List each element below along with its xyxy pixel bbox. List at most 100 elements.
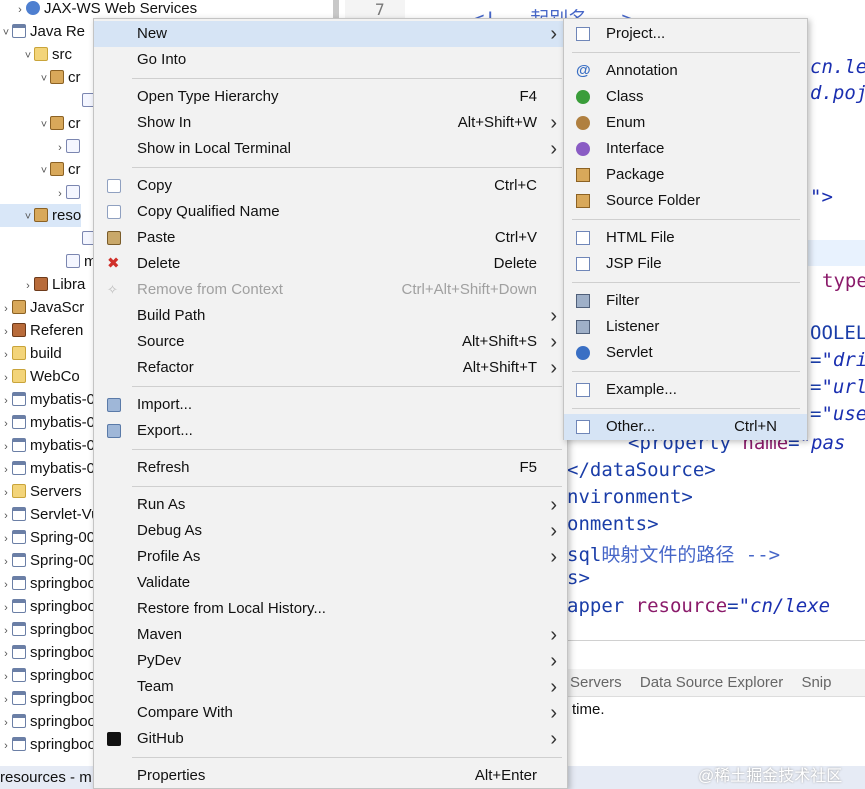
menu-item-refresh[interactable]: Refresh F5	[94, 455, 567, 481]
submenu-item-html-file[interactable]: HTML File	[564, 225, 807, 251]
tree-item[interactable]: › Libra	[0, 273, 85, 296]
tab-snippets[interactable]: Snip	[791, 669, 835, 697]
collapsed-arrow-icon[interactable]: ›	[0, 597, 12, 620]
tree-item[interactable]: › springboo	[0, 710, 96, 733]
menu-item-show-in[interactable]: Show In Alt+Shift+W ›	[94, 110, 567, 136]
context-menu[interactable]: New › Go Into Open Type Hierarchy F4 Show In A…	[93, 18, 568, 789]
collapsed-arrow-icon[interactable]: ›	[14, 0, 26, 22]
collapsed-arrow-icon[interactable]: ›	[0, 344, 12, 367]
collapsed-arrow-icon[interactable]: ›	[0, 390, 12, 413]
collapsed-arrow-icon[interactable]: ›	[0, 321, 12, 344]
tree-item[interactable]: m	[0, 250, 97, 273]
menu-item-restore-from-local-history[interactable]: Restore from Local History...	[94, 596, 567, 622]
menu-item-compare-with[interactable]: Compare With ›	[94, 700, 567, 726]
tree-item[interactable]: ˅ cr	[0, 112, 81, 135]
menu-item-github[interactable]: GitHub ›	[94, 726, 567, 752]
collapsed-arrow-icon[interactable]: ›	[0, 712, 12, 735]
expanded-arrow-icon[interactable]: ˅	[0, 22, 12, 45]
tree-item[interactable]	[0, 89, 100, 112]
tree-item[interactable]: › mybatis-0	[0, 434, 95, 457]
collapsed-arrow-icon[interactable]: ›	[0, 459, 12, 482]
tree-item[interactable]: › Servers	[0, 480, 82, 503]
collapsed-arrow-icon[interactable]: ›	[0, 436, 12, 459]
menu-item-pydev[interactable]: PyDev ›	[94, 648, 567, 674]
tree-item[interactable]: › Servlet-Vu	[0, 503, 99, 526]
tree-item[interactable]: ›	[0, 135, 84, 158]
submenu-item-servlet[interactable]: Servlet	[564, 340, 807, 366]
tree-item[interactable]: ˅ cr	[0, 66, 81, 89]
collapsed-arrow-icon[interactable]: ›	[0, 482, 12, 505]
submenu-item-enum[interactable]: Enum	[564, 110, 807, 136]
menu-item-go-into[interactable]: Go Into	[94, 47, 567, 73]
collapsed-arrow-icon[interactable]: ›	[54, 183, 66, 206]
menu-item-paste[interactable]: Paste Ctrl+V	[94, 225, 567, 251]
menu-item-team[interactable]: Team ›	[94, 674, 567, 700]
tree-item[interactable]: › build	[0, 342, 62, 365]
expanded-arrow-icon[interactable]: ˅	[38, 160, 50, 183]
tab-data-source-explorer[interactable]: Data Source Explorer	[630, 669, 787, 697]
collapsed-arrow-icon[interactable]: ›	[0, 528, 12, 551]
new-submenu[interactable]: Project... Annotation Class Enum Interface Pa…	[563, 18, 808, 440]
menu-item-import[interactable]: Import...	[94, 392, 567, 418]
tree-item[interactable]: › springboo	[0, 664, 96, 687]
tree-item[interactable]: › WebCo	[0, 365, 80, 388]
submenu-item-jsp-file[interactable]: JSP File	[564, 251, 807, 277]
collapsed-arrow-icon[interactable]: ›	[0, 298, 12, 321]
menu-item-show-in-local-terminal[interactable]: Show in Local Terminal ›	[94, 136, 567, 162]
tab-servers[interactable]: Servers	[560, 669, 626, 697]
submenu-item-source-folder[interactable]: Source Folder	[564, 188, 807, 214]
collapsed-arrow-icon[interactable]: ›	[0, 574, 12, 597]
menu-item-new[interactable]: New ›	[94, 21, 567, 47]
expanded-arrow-icon[interactable]: ˅	[38, 68, 50, 91]
collapsed-arrow-icon[interactable]: ›	[0, 666, 12, 689]
expanded-arrow-icon[interactable]: ˅	[22, 206, 34, 229]
menu-item-refactor[interactable]: Refactor Alt+Shift+T ›	[94, 355, 567, 381]
menu-item-validate[interactable]: Validate	[94, 570, 567, 596]
collapsed-arrow-icon[interactable]: ›	[0, 413, 12, 436]
submenu-item-interface[interactable]: Interface	[564, 136, 807, 162]
tree-item[interactable]: ˅ reso	[0, 204, 82, 229]
menu-item-build-path[interactable]: Build Path ›	[94, 303, 567, 329]
tree-item[interactable]: › JavaScr	[0, 296, 84, 319]
tree-item[interactable]: › springboo	[0, 733, 96, 756]
collapsed-arrow-icon[interactable]: ›	[0, 643, 12, 666]
tree-item[interactable]: › springboo	[0, 687, 96, 710]
collapsed-arrow-icon[interactable]: ›	[0, 689, 12, 712]
collapsed-arrow-icon[interactable]: ›	[54, 137, 66, 160]
tree-item[interactable]: › mybatis-0	[0, 388, 95, 411]
scrollbar-thumb[interactable]	[333, 0, 339, 18]
tree-item[interactable]: ˅ Java Re	[0, 20, 85, 43]
tree-item[interactable]: › Spring-00	[0, 549, 95, 572]
tree-item[interactable]: › springboo	[0, 595, 96, 618]
submenu-item-class[interactable]: Class	[564, 84, 807, 110]
submenu-item-listener[interactable]: Listener	[564, 314, 807, 340]
tree-item[interactable]: › Spring-00	[0, 526, 95, 549]
expanded-arrow-icon[interactable]: ˅	[38, 114, 50, 137]
collapsed-arrow-icon[interactable]: ›	[22, 275, 34, 298]
tree-item[interactable]: › springboo	[0, 641, 96, 664]
menu-item-copy-qualified-name[interactable]: Copy Qualified Name	[94, 199, 567, 225]
menu-item-run-as[interactable]: Run As ›	[94, 492, 567, 518]
submenu-item-other[interactable]: Other... Ctrl+N	[564, 414, 807, 440]
menu-item-open-type-hierarchy[interactable]: Open Type Hierarchy F4	[94, 84, 567, 110]
submenu-item-example[interactable]: Example...	[564, 377, 807, 403]
tree-item[interactable]: › Referen	[0, 319, 83, 342]
menu-item-properties[interactable]: Properties Alt+Enter	[94, 763, 567, 789]
tree-item[interactable]: ˅ cr	[0, 158, 81, 181]
menu-item-profile-as[interactable]: Profile As ›	[94, 544, 567, 570]
tree-item[interactable]: ›	[0, 181, 84, 204]
collapsed-arrow-icon[interactable]: ›	[0, 367, 12, 390]
tree-item[interactable]: › mybatis-0	[0, 457, 95, 480]
menu-item-maven[interactable]: Maven ›	[94, 622, 567, 648]
tree-item[interactable]: › springboo	[0, 572, 96, 595]
collapsed-arrow-icon[interactable]: ›	[0, 735, 12, 758]
collapsed-arrow-icon[interactable]: ›	[0, 551, 12, 574]
tree-item[interactable]: › JAX-WS Web Services	[0, 0, 197, 20]
tree-item[interactable]: › springboo	[0, 618, 96, 641]
submenu-item-project[interactable]: Project...	[564, 21, 807, 47]
collapsed-arrow-icon[interactable]: ›	[0, 620, 12, 643]
menu-item-debug-as[interactable]: Debug As ›	[94, 518, 567, 544]
menu-item-delete[interactable]: Delete Delete	[94, 251, 567, 277]
tree-item[interactable]: › mybatis-0	[0, 411, 95, 434]
menu-item-export[interactable]: Export...	[94, 418, 567, 444]
